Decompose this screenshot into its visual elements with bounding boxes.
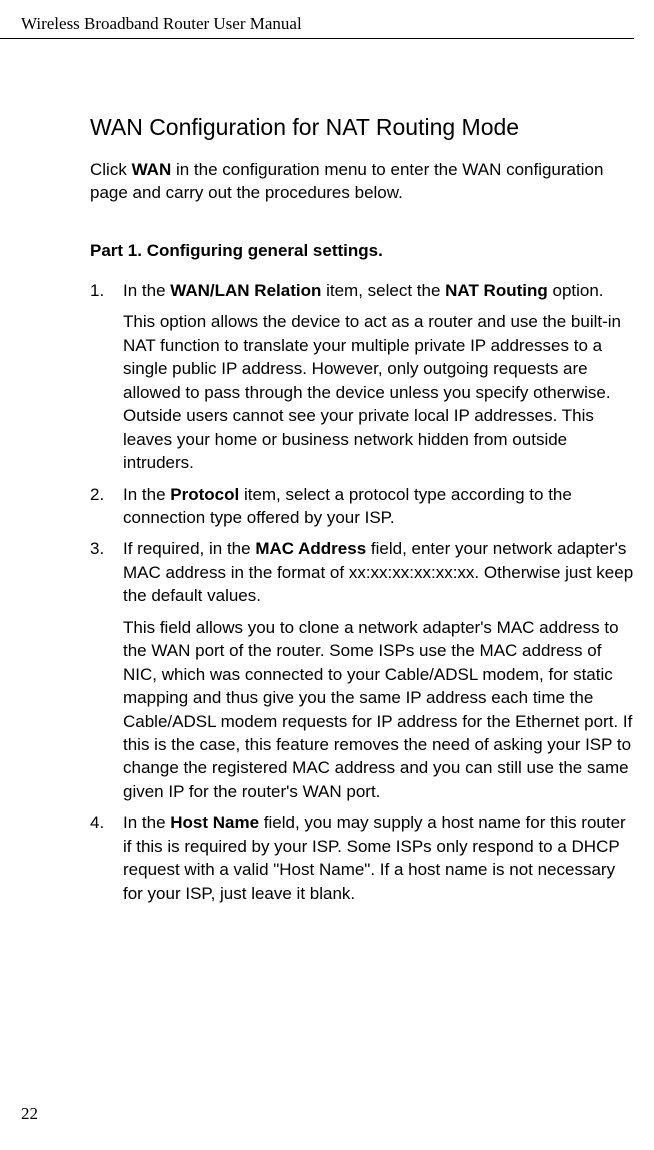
item-1-para-2: This option allows the device to act as … xyxy=(123,310,634,474)
section-title: WAN Configuration for NAT Routing Mode xyxy=(90,114,634,141)
list-number: 4. xyxy=(90,811,104,834)
text-bold: MAC Address xyxy=(255,539,366,558)
list-item-3: 3. If required, in the MAC Address field… xyxy=(90,537,634,803)
intro-text: Click WAN in the configuration menu to e… xyxy=(90,159,634,205)
list-number: 1. xyxy=(90,279,104,302)
list-item-2: 2. In the Protocol item, select a protoc… xyxy=(90,483,634,530)
item-3-para-2: This field allows you to clone a network… xyxy=(123,616,634,804)
item-4-para-1: In the Host Name field, you may supply a… xyxy=(123,811,634,905)
list-item-1: 1. In the WAN/LAN Relation item, select … xyxy=(90,279,634,475)
intro-bold: WAN xyxy=(132,160,172,179)
text-bold: WAN/LAN Relation xyxy=(170,281,321,300)
text: In the xyxy=(123,813,170,832)
text-bold: Protocol xyxy=(170,485,239,504)
page-number: 22 xyxy=(21,1104,38,1124)
text: item, select the xyxy=(321,281,445,300)
item-2-para-1: In the Protocol item, select a protocol … xyxy=(123,483,634,530)
item-3-para-1: If required, in the MAC Address field, e… xyxy=(123,537,634,607)
item-1-para-1: In the WAN/LAN Relation item, select the… xyxy=(123,279,634,302)
text: In the xyxy=(123,485,170,504)
text: If required, in the xyxy=(123,539,255,558)
part-title: Part 1. Configuring general settings. xyxy=(90,241,634,261)
list-number: 3. xyxy=(90,537,104,560)
page-content: WAN Configuration for NAT Routing Mode C… xyxy=(0,39,654,905)
text-bold: Host Name xyxy=(170,813,259,832)
text-bold: NAT Routing xyxy=(445,281,548,300)
text: In the xyxy=(123,281,170,300)
document-header: Wireless Broadband Router User Manual xyxy=(0,0,634,39)
list-number: 2. xyxy=(90,483,104,506)
list-item-4: 4. In the Host Name field, you may suppl… xyxy=(90,811,634,905)
intro-pre: Click xyxy=(90,160,132,179)
text: option. xyxy=(548,281,604,300)
